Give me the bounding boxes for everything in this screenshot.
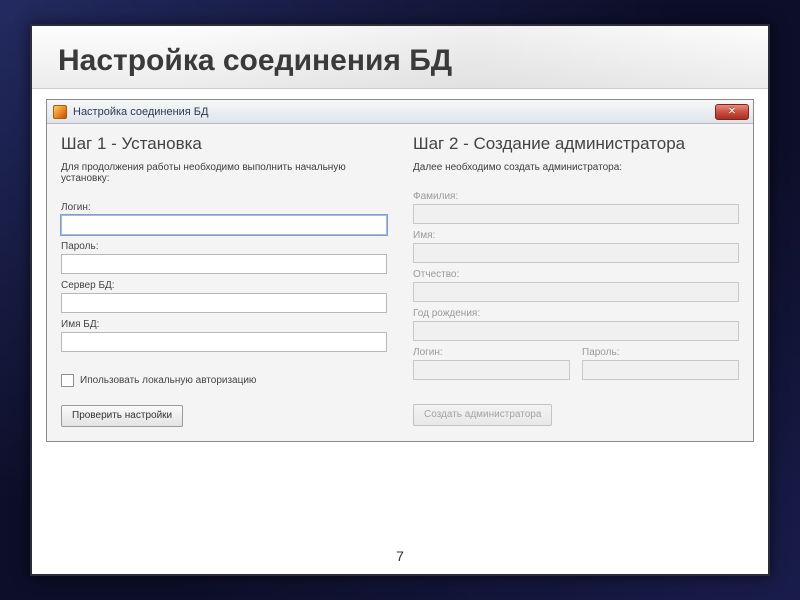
step2-description: Далее необходимо создать администратора: — [413, 162, 739, 173]
app-icon — [53, 105, 67, 119]
db-settings-window: Настройка соединения БД ✕ Шаг 1 - Устано… — [46, 99, 754, 442]
step1-heading: Шаг 1 - Установка — [61, 134, 387, 154]
field-password: Пароль: — [61, 241, 387, 274]
window-body: Шаг 1 - Установка Для продолжения работы… — [47, 124, 753, 441]
password-input[interactable] — [61, 254, 387, 274]
birthyear-label: Год рождения: — [413, 308, 739, 319]
window-title: Настройка соединения БД — [73, 106, 715, 118]
dbname-label: Имя БД: — [61, 319, 387, 330]
field-server: Сервер БД: — [61, 280, 387, 313]
field-dbname: Имя БД: — [61, 319, 387, 352]
step2-heading: Шаг 2 - Создание администратора — [413, 134, 739, 154]
field-lastname: Фамилия: — [413, 191, 739, 224]
window-titlebar: Настройка соединения БД ✕ — [47, 100, 753, 124]
login-input[interactable] — [61, 215, 387, 235]
middlename-input — [413, 282, 739, 302]
dbname-input[interactable] — [61, 332, 387, 352]
admin-login-label: Логин: — [413, 347, 570, 358]
lastname-input — [413, 204, 739, 224]
local-auth-label: Ипользовать локальную авторизацию — [80, 375, 256, 386]
local-auth-row: Ипользовать локальную авторизацию — [61, 374, 387, 387]
step1-description: Для продолжения работы необходимо выполн… — [61, 162, 387, 184]
server-input[interactable] — [61, 293, 387, 313]
field-middlename: Отчество: — [413, 269, 739, 302]
step2-panel: Шаг 2 - Создание администратора Далее не… — [413, 134, 739, 427]
field-admin-login: Логин: — [413, 347, 570, 380]
firstname-label: Имя: — [413, 230, 739, 241]
step1-panel: Шаг 1 - Установка Для продолжения работы… — [61, 134, 387, 427]
field-login: Логин: — [61, 202, 387, 235]
middlename-label: Отчество: — [413, 269, 739, 280]
field-firstname: Имя: — [413, 230, 739, 263]
server-label: Сервер БД: — [61, 280, 387, 291]
presentation-slide: Настройка соединения БД Настройка соедин… — [30, 24, 770, 576]
field-birthyear: Год рождения: — [413, 308, 739, 341]
admin-password-label: Пароль: — [582, 347, 739, 358]
lastname-label: Фамилия: — [413, 191, 739, 202]
admin-login-input — [413, 360, 570, 380]
local-auth-checkbox[interactable] — [61, 374, 74, 387]
slide-title: Настройка соединения БД — [32, 26, 768, 89]
page-number: 7 — [32, 548, 768, 564]
check-settings-button[interactable]: Проверить настройки — [61, 405, 183, 427]
create-admin-button: Создать администратора — [413, 404, 552, 426]
close-icon: ✕ — [728, 106, 736, 117]
close-button[interactable]: ✕ — [715, 104, 749, 120]
firstname-input — [413, 243, 739, 263]
admin-password-input — [582, 360, 739, 380]
login-label: Логин: — [61, 202, 387, 213]
field-admin-password: Пароль: — [582, 347, 739, 380]
password-label: Пароль: — [61, 241, 387, 252]
birthyear-input — [413, 321, 739, 341]
